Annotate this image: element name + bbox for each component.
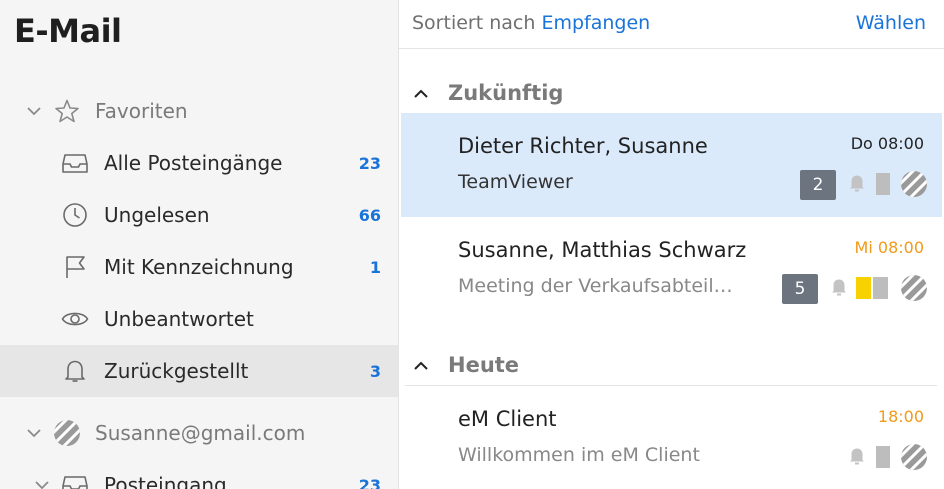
- sidebar-group-account[interactable]: Susanne@gmail.com: [0, 407, 398, 459]
- sidebar-item-unanswered[interactable]: Unbeantwortet: [0, 293, 398, 345]
- clock-icon: [61, 201, 89, 229]
- sidebar-item-label: Zurückgestellt: [104, 359, 249, 383]
- sidebar-item-all-inboxes[interactable]: Alle Posteingänge 23: [0, 137, 398, 189]
- group-header-upcoming[interactable]: Zukünftig: [405, 77, 937, 114]
- category-marker: [876, 173, 890, 199]
- app-title: E-Mail: [14, 12, 122, 50]
- chevron-down-icon[interactable]: [24, 423, 44, 443]
- message-time: Mi 08:00: [854, 238, 924, 257]
- chevron-down-icon[interactable]: [32, 475, 52, 489]
- unread-count: 66: [358, 205, 381, 225]
- thread-count-badge: 2: [800, 170, 836, 200]
- sidebar-item-snoozed[interactable]: Zurückgestellt 3: [0, 345, 398, 397]
- sidebar-item-label: Unbeantwortet: [104, 307, 254, 331]
- bell-icon: [61, 357, 89, 385]
- sidebar: E-Mail Favoriten Alle Posteingänge 23 Un…: [0, 0, 399, 489]
- sidebar-item-inbox[interactable]: Posteingang 23: [0, 459, 398, 489]
- category-marker: [876, 446, 890, 472]
- sidebar-group-label: Favoriten: [95, 99, 188, 123]
- message-time: 18:00: [877, 407, 924, 426]
- sort-control[interactable]: Sortiert nach Empfangen: [412, 12, 650, 34]
- account-avatar-icon: [900, 274, 928, 306]
- unread-count: 3: [369, 361, 381, 381]
- message-item[interactable]: Susanne, Matthias Schwarz Meeting der Ve…: [401, 217, 942, 321]
- message-subject: Meeting der Verkaufsabteil…: [458, 275, 733, 297]
- inbox-icon: [61, 149, 89, 177]
- bell-icon[interactable]: [848, 446, 866, 470]
- message-sender: eM Client: [458, 407, 557, 431]
- bell-icon[interactable]: [830, 277, 848, 301]
- sort-prefix: Sortiert nach: [412, 12, 536, 34]
- unread-count: 23: [358, 153, 381, 173]
- select-button[interactable]: Wählen: [856, 12, 926, 34]
- unread-count: 1: [369, 257, 381, 277]
- group-label: Heute: [448, 353, 520, 377]
- message-time: Do 08:00: [850, 134, 924, 153]
- sidebar-item-flagged[interactable]: Mit Kennzeichnung 1: [0, 241, 398, 293]
- inbox-icon: [61, 471, 89, 489]
- sort-value[interactable]: Empfangen: [541, 12, 650, 34]
- eye-icon: [61, 305, 89, 333]
- message-subject: Willkommen im eM Client: [458, 444, 700, 466]
- account-avatar-icon: [900, 170, 928, 202]
- chevron-up-icon[interactable]: [413, 86, 429, 102]
- sidebar-item-label: Ungelesen: [104, 203, 210, 227]
- group-header-today[interactable]: Heute: [405, 349, 937, 386]
- star-icon: [53, 97, 81, 125]
- message-sender: Susanne, Matthias Schwarz: [458, 238, 747, 262]
- chevron-down-icon[interactable]: [24, 101, 44, 121]
- sidebar-item-label: Posteingang: [104, 473, 227, 489]
- message-subject: TeamViewer: [458, 171, 573, 193]
- sidebar-item-label: Mit Kennzeichnung: [104, 255, 294, 279]
- flag-icon: [61, 253, 89, 281]
- group-label: Zukünftig: [448, 81, 564, 105]
- email-app: E-Mail Favoriten Alle Posteingänge 23 Un…: [0, 0, 944, 489]
- unread-count: 23: [358, 475, 381, 489]
- category-marker: [856, 277, 888, 303]
- message-sender: Dieter Richter, Susanne: [458, 134, 708, 158]
- bell-icon[interactable]: [848, 173, 866, 197]
- chevron-up-icon[interactable]: [413, 358, 429, 374]
- message-item[interactable]: Dieter Richter, Susanne TeamViewer Do 08…: [401, 113, 942, 217]
- account-avatar-icon: [53, 419, 81, 447]
- sidebar-item-unread[interactable]: Ungelesen 66: [0, 189, 398, 241]
- sidebar-item-label: Alle Posteingänge: [104, 151, 283, 175]
- sidebar-group-favorites[interactable]: Favoriten: [0, 85, 398, 137]
- list-toolbar: Sortiert nach Empfangen Wählen: [399, 0, 944, 49]
- sidebar-group-label: Susanne@gmail.com: [95, 421, 306, 445]
- account-avatar-icon: [900, 443, 928, 475]
- message-list-pane: Sortiert nach Empfangen Wählen Zukünftig…: [399, 0, 944, 489]
- message-item[interactable]: eM Client Willkommen im eM Client 18:00: [401, 386, 942, 489]
- thread-count-badge: 5: [782, 274, 818, 304]
